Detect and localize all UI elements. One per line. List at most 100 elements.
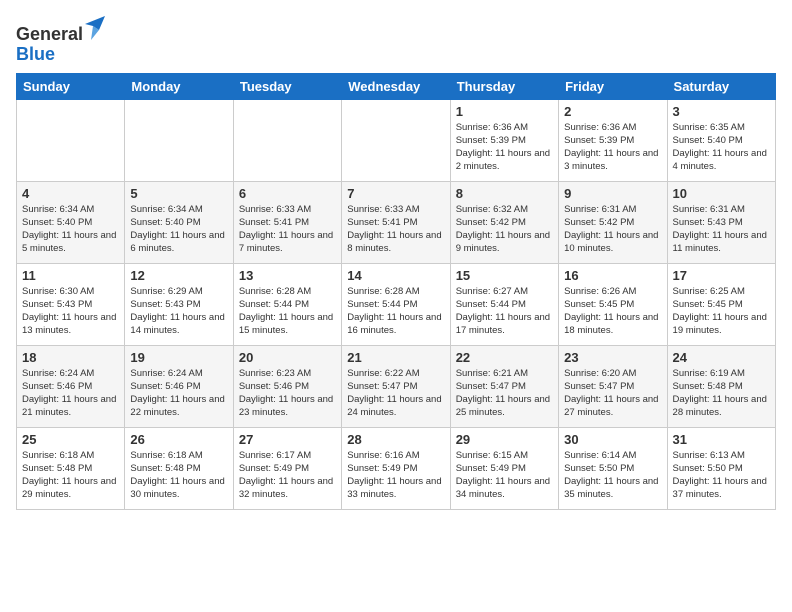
weekday-header-thursday: Thursday xyxy=(450,73,558,99)
day-number: 5 xyxy=(130,186,227,201)
day-number: 15 xyxy=(456,268,553,283)
week-row-3: 11 Sunrise: 6:30 AM Sunset: 5:43 PM Dayli… xyxy=(17,263,776,345)
day-info: Sunrise: 6:17 AM Sunset: 5:49 PM Dayligh… xyxy=(239,449,336,502)
logo-blue: Blue xyxy=(16,44,55,64)
calendar-table: SundayMondayTuesdayWednesdayThursdayFrid… xyxy=(16,73,776,510)
day-info: Sunrise: 6:36 AM Sunset: 5:39 PM Dayligh… xyxy=(564,121,661,174)
week-row-5: 25 Sunrise: 6:18 AM Sunset: 5:48 PM Dayli… xyxy=(17,427,776,509)
day-number: 22 xyxy=(456,350,553,365)
day-number: 25 xyxy=(22,432,119,447)
day-number: 2 xyxy=(564,104,661,119)
day-info: Sunrise: 6:14 AM Sunset: 5:50 PM Dayligh… xyxy=(564,449,661,502)
day-info: Sunrise: 6:36 AM Sunset: 5:39 PM Dayligh… xyxy=(456,121,553,174)
day-info: Sunrise: 6:33 AM Sunset: 5:41 PM Dayligh… xyxy=(347,203,444,256)
day-info: Sunrise: 6:22 AM Sunset: 5:47 PM Dayligh… xyxy=(347,367,444,420)
day-number: 21 xyxy=(347,350,444,365)
logo: General Blue xyxy=(16,16,105,65)
calendar-cell: 11 Sunrise: 6:30 AM Sunset: 5:43 PM Dayli… xyxy=(17,263,125,345)
weekday-header-sunday: Sunday xyxy=(17,73,125,99)
day-number: 19 xyxy=(130,350,227,365)
day-info: Sunrise: 6:26 AM Sunset: 5:45 PM Dayligh… xyxy=(564,285,661,338)
day-info: Sunrise: 6:28 AM Sunset: 5:44 PM Dayligh… xyxy=(239,285,336,338)
day-info: Sunrise: 6:30 AM Sunset: 5:43 PM Dayligh… xyxy=(22,285,119,338)
logo-bird-icon xyxy=(85,16,105,40)
calendar-cell: 18Sunrise: 6:24 AM Sunset: 5:46 PM Dayli… xyxy=(17,345,125,427)
calendar-cell: 30 Sunrise: 6:14 AM Sunset: 5:50 PM Dayli… xyxy=(559,427,667,509)
day-info: Sunrise: 6:31 AM Sunset: 5:43 PM Dayligh… xyxy=(673,203,770,256)
day-number: 6 xyxy=(239,186,336,201)
day-number: 28 xyxy=(347,432,444,447)
week-row-1: 1 Sunrise: 6:36 AM Sunset: 5:39 PM Daylig… xyxy=(17,99,776,181)
calendar-cell: 15 Sunrise: 6:27 AM Sunset: 5:44 PM Dayli… xyxy=(450,263,558,345)
calendar-cell: 9 Sunrise: 6:31 AM Sunset: 5:42 PM Daylig… xyxy=(559,181,667,263)
day-number: 9 xyxy=(564,186,661,201)
day-number: 27 xyxy=(239,432,336,447)
calendar-cell: 10 Sunrise: 6:31 AM Sunset: 5:43 PM Dayli… xyxy=(667,181,775,263)
day-number: 24 xyxy=(673,350,770,365)
day-number: 4 xyxy=(22,186,119,201)
day-number: 1 xyxy=(456,104,553,119)
day-info: Sunrise: 6:27 AM Sunset: 5:44 PM Dayligh… xyxy=(456,285,553,338)
day-info: Sunrise: 6:16 AM Sunset: 5:49 PM Dayligh… xyxy=(347,449,444,502)
logo-general: General xyxy=(16,24,83,44)
day-info: Sunrise: 6:18 AM Sunset: 5:48 PM Dayligh… xyxy=(130,449,227,502)
day-number: 13 xyxy=(239,268,336,283)
calendar-cell: 24Sunrise: 6:19 AM Sunset: 5:48 PM Dayli… xyxy=(667,345,775,427)
day-number: 17 xyxy=(673,268,770,283)
calendar-cell: 7Sunrise: 6:33 AM Sunset: 5:41 PM Daylig… xyxy=(342,181,450,263)
day-number: 30 xyxy=(564,432,661,447)
day-info: Sunrise: 6:33 AM Sunset: 5:41 PM Dayligh… xyxy=(239,203,336,256)
day-number: 14 xyxy=(347,268,444,283)
day-number: 12 xyxy=(130,268,227,283)
page-header: General Blue xyxy=(16,16,776,65)
day-number: 11 xyxy=(22,268,119,283)
day-number: 10 xyxy=(673,186,770,201)
calendar-cell: 3 Sunrise: 6:35 AM Sunset: 5:40 PM Daylig… xyxy=(667,99,775,181)
day-number: 23 xyxy=(564,350,661,365)
calendar-cell: 25 Sunrise: 6:18 AM Sunset: 5:48 PM Dayli… xyxy=(17,427,125,509)
calendar-cell: 8Sunrise: 6:32 AM Sunset: 5:42 PM Daylig… xyxy=(450,181,558,263)
calendar-cell: 27 Sunrise: 6:17 AM Sunset: 5:49 PM Dayli… xyxy=(233,427,341,509)
weekday-header-monday: Monday xyxy=(125,73,233,99)
day-number: 18 xyxy=(22,350,119,365)
weekday-header-saturday: Saturday xyxy=(667,73,775,99)
day-info: Sunrise: 6:20 AM Sunset: 5:47 PM Dayligh… xyxy=(564,367,661,420)
weekday-header-row: SundayMondayTuesdayWednesdayThursdayFrid… xyxy=(17,73,776,99)
day-info: Sunrise: 6:31 AM Sunset: 5:42 PM Dayligh… xyxy=(564,203,661,256)
calendar-cell: 29Sunrise: 6:15 AM Sunset: 5:49 PM Dayli… xyxy=(450,427,558,509)
calendar-cell: 20 Sunrise: 6:23 AM Sunset: 5:46 PM Dayli… xyxy=(233,345,341,427)
calendar-cell: 22Sunrise: 6:21 AM Sunset: 5:47 PM Dayli… xyxy=(450,345,558,427)
day-info: Sunrise: 6:18 AM Sunset: 5:48 PM Dayligh… xyxy=(22,449,119,502)
week-row-2: 4 Sunrise: 6:34 AM Sunset: 5:40 PM Daylig… xyxy=(17,181,776,263)
day-number: 8 xyxy=(456,186,553,201)
day-number: 26 xyxy=(130,432,227,447)
calendar-cell: 2 Sunrise: 6:36 AM Sunset: 5:39 PM Daylig… xyxy=(559,99,667,181)
day-info: Sunrise: 6:28 AM Sunset: 5:44 PM Dayligh… xyxy=(347,285,444,338)
day-number: 16 xyxy=(564,268,661,283)
calendar-cell xyxy=(342,99,450,181)
day-number: 31 xyxy=(673,432,770,447)
weekday-header-wednesday: Wednesday xyxy=(342,73,450,99)
calendar-cell: 13 Sunrise: 6:28 AM Sunset: 5:44 PM Dayli… xyxy=(233,263,341,345)
calendar-cell xyxy=(233,99,341,181)
week-row-4: 18 Sunrise: 6:24 AM Sunset: 5:46 PM Dayli… xyxy=(17,345,776,427)
weekday-header-tuesday: Tuesday xyxy=(233,73,341,99)
calendar-cell: 6 Sunrise: 6:33 AM Sunset: 5:41 PM Daylig… xyxy=(233,181,341,263)
calendar-cell: 16 Sunrise: 6:26 AM Sunset: 5:45 PM Dayli… xyxy=(559,263,667,345)
day-info: Sunrise: 6:23 AM Sunset: 5:46 PM Dayligh… xyxy=(239,367,336,420)
day-info: Sunrise: 6:25 AM Sunset: 5:45 PM Dayligh… xyxy=(673,285,770,338)
calendar-cell: 1 Sunrise: 6:36 AM Sunset: 5:39 PM Daylig… xyxy=(450,99,558,181)
calendar-cell: 21 Sunrise: 6:22 AM Sunset: 5:47 PM Dayli… xyxy=(342,345,450,427)
day-number: 3 xyxy=(673,104,770,119)
calendar-cell: 19 Sunrise: 6:24 AM Sunset: 5:46 PM Dayli… xyxy=(125,345,233,427)
day-info: Sunrise: 6:24 AM Sunset: 5:46 PM Dayligh… xyxy=(130,367,227,420)
calendar-cell: 31 Sunrise: 6:13 AM Sunset: 5:50 PM Dayli… xyxy=(667,427,775,509)
calendar-cell: 28 Sunrise: 6:16 AM Sunset: 5:49 PM Dayli… xyxy=(342,427,450,509)
day-info: Sunrise: 6:34 AM Sunset: 5:40 PM Dayligh… xyxy=(22,203,119,256)
day-info: Sunrise: 6:13 AM Sunset: 5:50 PM Dayligh… xyxy=(673,449,770,502)
weekday-header-friday: Friday xyxy=(559,73,667,99)
calendar-cell xyxy=(125,99,233,181)
day-number: 29 xyxy=(456,432,553,447)
day-number: 20 xyxy=(239,350,336,365)
day-info: Sunrise: 6:35 AM Sunset: 5:40 PM Dayligh… xyxy=(673,121,770,174)
